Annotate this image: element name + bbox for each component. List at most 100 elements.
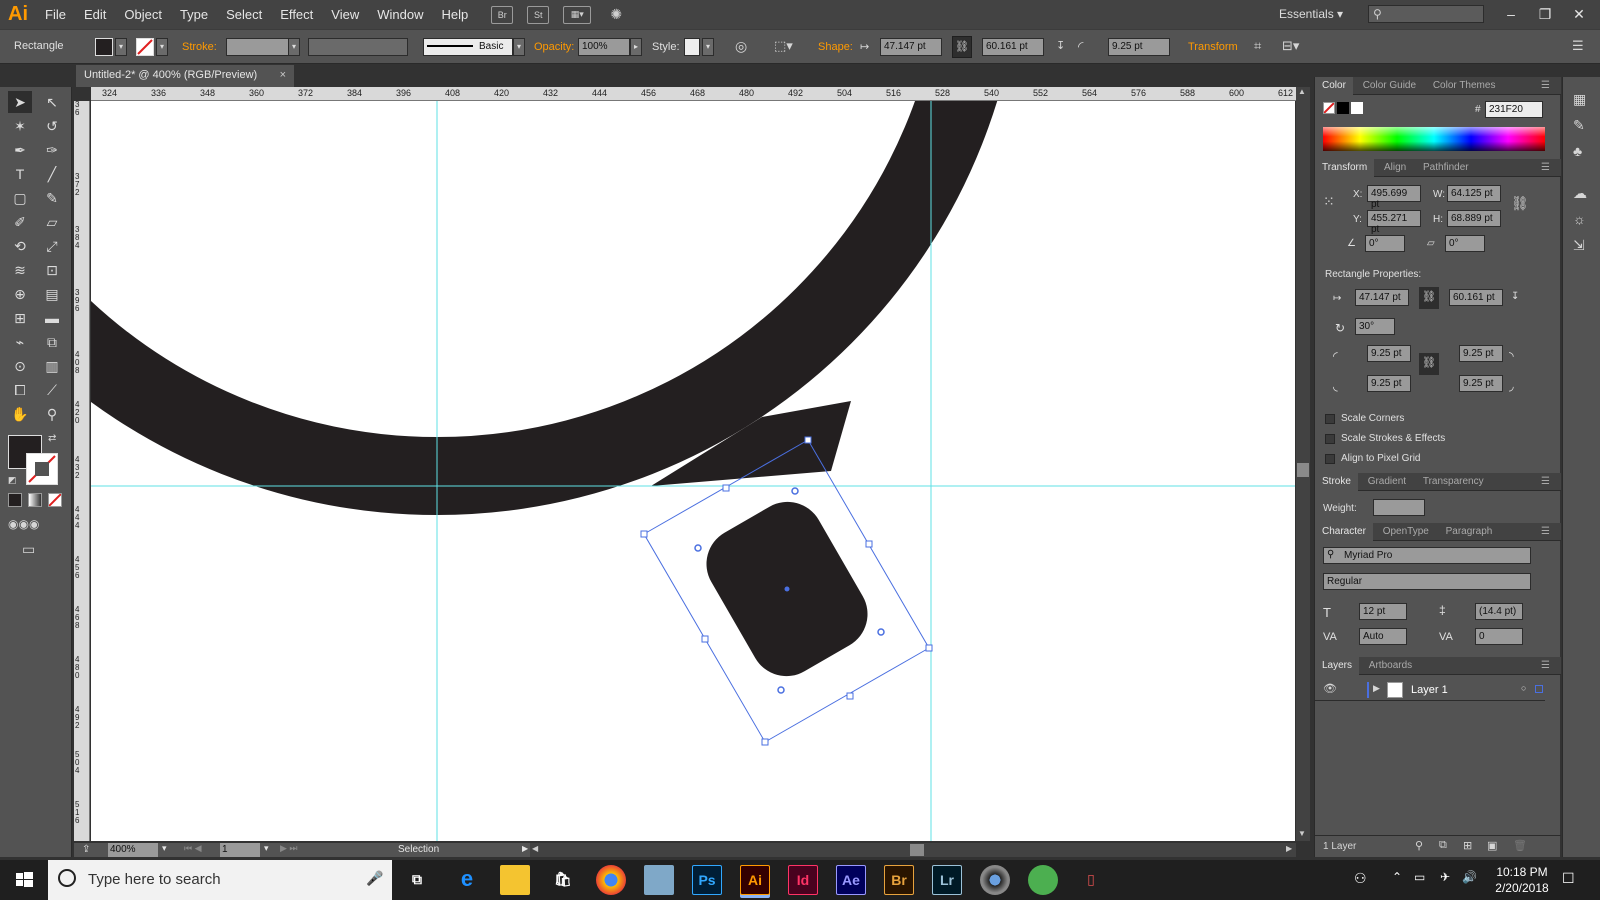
- menu-help[interactable]: Help: [432, 7, 477, 22]
- tab-color[interactable]: Color: [1315, 77, 1353, 95]
- opacity-slider-button[interactable]: ▸: [630, 38, 642, 56]
- panel-menu-icon[interactable]: ☰: [1534, 473, 1557, 490]
- cc-libraries-icon[interactable]: ☁: [1573, 185, 1587, 202]
- photoshop-icon[interactable]: Ps: [692, 865, 722, 895]
- paintbrush-tool-icon[interactable]: ✎: [40, 187, 64, 209]
- kerning-field[interactable]: Auto: [1359, 628, 1407, 645]
- vertical-scrollbar[interactable]: ▲ ▼: [1296, 87, 1310, 841]
- brush-definition[interactable]: Basic: [423, 38, 513, 56]
- menu-file[interactable]: File: [36, 7, 75, 22]
- symbols-icon[interactable]: ♣: [1573, 143, 1582, 159]
- rect-link-icon[interactable]: ⛓: [1419, 287, 1439, 309]
- opacity-label[interactable]: Opacity:: [534, 41, 574, 53]
- corner-br-field[interactable]: 9.25 pt: [1459, 375, 1503, 392]
- lasso-tool-icon[interactable]: ↺: [40, 115, 64, 137]
- menu-effect[interactable]: Effect: [271, 7, 322, 22]
- tab-opentype[interactable]: OpenType: [1376, 523, 1436, 540]
- illustrator-icon[interactable]: Ai: [740, 865, 770, 895]
- delete-layer-icon[interactable]: 🗑: [1513, 839, 1527, 852]
- hand-tool-icon[interactable]: ✋: [8, 403, 32, 425]
- tab-artboards[interactable]: Artboards: [1362, 657, 1419, 674]
- artboard-tool-icon[interactable]: ⧠: [8, 379, 32, 401]
- panel-menu-icon[interactable]: ☰: [1534, 657, 1557, 674]
- graph-tool-icon[interactable]: ▥: [40, 355, 64, 377]
- chrome-icon[interactable]: [596, 865, 626, 895]
- after-effects-icon[interactable]: Ae: [836, 865, 866, 895]
- constrain-proportions-icon[interactable]: ⛓: [1511, 195, 1529, 212]
- target-icon[interactable]: ○: [1521, 683, 1526, 693]
- y-field[interactable]: 455.271 pt: [1367, 210, 1421, 235]
- system-clock[interactable]: 10:18 PM 2/20/2018: [1485, 864, 1559, 896]
- horizontal-scroll-thumb[interactable]: [910, 844, 924, 856]
- action-center-icon[interactable]: ☐: [1562, 870, 1575, 887]
- gradient-tool-icon[interactable]: ▬: [40, 307, 64, 329]
- artboard-nav-prev-icon[interactable]: ⏮ ◀: [184, 843, 202, 854]
- swap-colors-icon[interactable]: ⇄: [48, 433, 56, 444]
- edge-icon[interactable]: e: [452, 865, 482, 895]
- rect-height-field[interactable]: 60.161 pt: [1449, 289, 1503, 306]
- artboard-canvas[interactable]: [91, 101, 1295, 841]
- horizontal-scrollbar[interactable]: ◀ ▶: [530, 843, 1296, 857]
- vertical-ruler[interactable]: 3 6 3 7 2 3 8 4 3 9 6 4 0 8 4 2 0 4 3 2 …: [74, 101, 90, 841]
- type-tool-icon[interactable]: T: [8, 163, 32, 185]
- workspace-switcher[interactable]: Essentials ▾: [1279, 7, 1343, 21]
- scale-corners-checkbox[interactable]: [1325, 414, 1335, 424]
- none-color-icon[interactable]: [1323, 102, 1335, 114]
- line-tool-icon[interactable]: ╱: [40, 163, 64, 185]
- status-tool-label[interactable]: Selection: [398, 844, 439, 855]
- shape-width-field[interactable]: 47.147 pt: [880, 38, 942, 56]
- swatches-icon[interactable]: ▦: [1573, 91, 1586, 108]
- stroke-label[interactable]: Stroke:: [182, 41, 217, 53]
- free-transform-tool-icon[interactable]: ⊡: [40, 259, 64, 281]
- locate-object-icon[interactable]: ⚲: [1415, 839, 1423, 852]
- menu-view[interactable]: View: [322, 7, 368, 22]
- stroke-color-swatch[interactable]: [26, 453, 58, 485]
- mesh-tool-icon[interactable]: ⊞: [8, 307, 32, 329]
- graphic-style-swatch[interactable]: [684, 38, 700, 56]
- pen-tool-icon[interactable]: ✒: [8, 139, 32, 161]
- default-colors-icon[interactable]: ◩: [8, 475, 17, 486]
- control-menu-icon[interactable]: ☰: [1572, 38, 1584, 54]
- white-swatch[interactable]: [1351, 102, 1363, 114]
- taskbar-search-box[interactable]: Type here to search 🎤: [48, 860, 392, 900]
- corner-link-icon[interactable]: ⛓: [1419, 353, 1439, 375]
- reference-point-icon[interactable]: ⁙: [1323, 193, 1335, 210]
- gpu-performance-icon[interactable]: ✺: [605, 6, 627, 24]
- artboard-dropdown-icon[interactable]: ▾: [264, 843, 269, 854]
- blend-tool-icon[interactable]: ⧉: [40, 331, 64, 353]
- store-icon[interactable]: 🛍: [548, 865, 578, 895]
- align-pixel-grid-checkbox[interactable]: [1325, 454, 1335, 464]
- indesign-icon[interactable]: Id: [788, 865, 818, 895]
- task-view-icon[interactable]: ⧉: [402, 865, 432, 895]
- photos-icon[interactable]: [644, 865, 674, 895]
- menu-window[interactable]: Window: [368, 7, 432, 22]
- rotate-tool-icon[interactable]: ⟲: [8, 235, 32, 257]
- fill-dropdown[interactable]: ▾: [115, 38, 127, 56]
- panel-menu-icon[interactable]: ☰: [1534, 523, 1557, 540]
- symbol-sprayer-tool-icon[interactable]: ⊙: [8, 355, 32, 377]
- height-field[interactable]: 68.889 pt: [1447, 210, 1501, 227]
- close-window-button[interactable]: ✕: [1562, 0, 1596, 29]
- draw-mode-icon[interactable]: ◉◉◉: [8, 517, 39, 531]
- brushes-icon[interactable]: ✎: [1573, 117, 1585, 134]
- x-field[interactable]: 495.699 pt: [1367, 185, 1421, 210]
- tab-transform[interactable]: Transform: [1315, 159, 1375, 177]
- menu-select[interactable]: Select: [217, 7, 271, 22]
- stroke-weight-field[interactable]: [226, 38, 294, 56]
- perspective-grid-tool-icon[interactable]: ▤: [40, 283, 64, 305]
- shaper-tool-icon[interactable]: ✐: [8, 211, 32, 233]
- corner-tr-field[interactable]: 9.25 pt: [1459, 345, 1503, 362]
- font-family-field[interactable]: Myriad Pro: [1323, 547, 1531, 564]
- black-swatch[interactable]: [1337, 102, 1349, 114]
- zoom-dropdown-icon[interactable]: ▾: [162, 843, 167, 854]
- scale-tool-icon[interactable]: ⤢: [40, 235, 64, 257]
- stroke-weight-input[interactable]: [1373, 499, 1425, 516]
- gradient-mode-icon[interactable]: [28, 493, 42, 507]
- bridge-icon[interactable]: Br: [884, 865, 914, 895]
- people-icon[interactable]: ⚇: [1354, 870, 1367, 887]
- arrange-icon[interactable]: ⊟▾: [1282, 38, 1299, 54]
- zoom-tool-icon[interactable]: ⚲: [40, 403, 64, 425]
- corner-radius-field[interactable]: 9.25 pt: [1108, 38, 1170, 56]
- constrain-link-icon[interactable]: ⛓: [952, 36, 972, 58]
- file-explorer-icon[interactable]: [500, 865, 530, 895]
